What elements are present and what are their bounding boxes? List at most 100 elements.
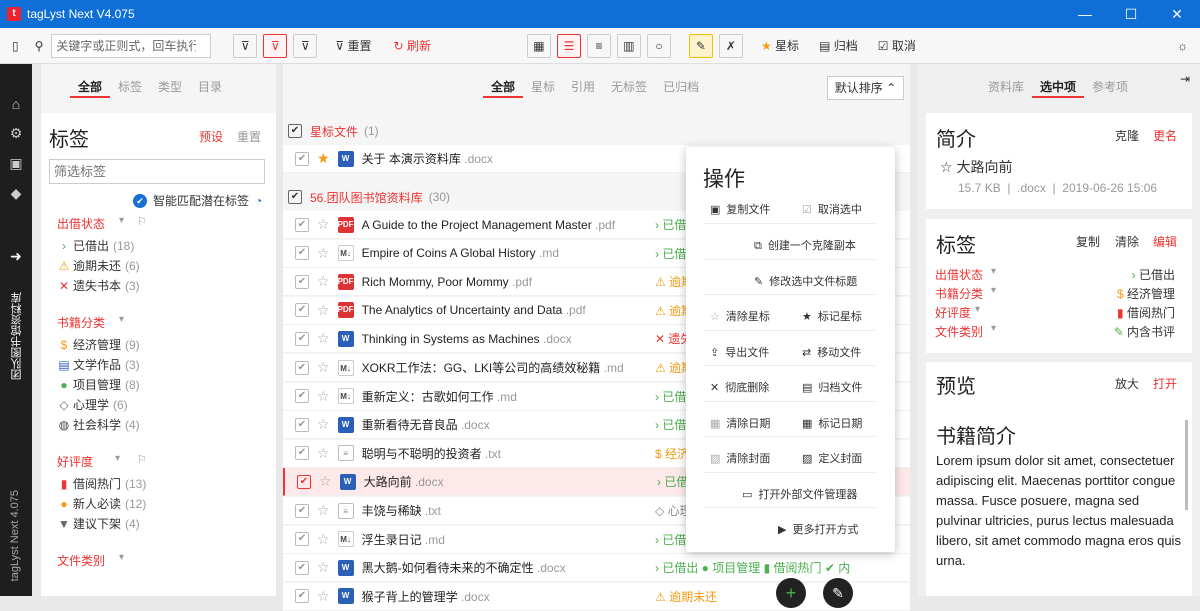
tab-starred[interactable]: 星标 xyxy=(523,76,563,98)
tag-item[interactable]: ▮ 借阅热门 (13) xyxy=(57,474,147,495)
op-13[interactable]: ▨ 定义封面 xyxy=(802,450,862,466)
filter-icon[interactable]: ⊽ xyxy=(233,33,258,58)
row-checkbox[interactable]: ✔ xyxy=(295,389,309,404)
theme-icon[interactable]: ☼ xyxy=(1173,34,1192,58)
tag-group-header[interactable]: 好评度 xyxy=(57,453,93,470)
row-checkbox[interactable]: ✔ xyxy=(295,446,309,461)
arrow-right-icon[interactable]: ➜ xyxy=(0,248,32,265)
op-15[interactable]: ▶ 更多打开方式 xyxy=(778,521,858,537)
sort-button[interactable]: 默认排序 ⌃ xyxy=(827,76,904,100)
op-12[interactable]: ▨ 清除封面 xyxy=(710,450,770,466)
tab-untagged[interactable]: 无标签 xyxy=(603,76,655,98)
deselect-icon[interactable]: ✗ xyxy=(718,33,743,58)
view-list-icon[interactable]: ☰ xyxy=(556,33,581,58)
select-icon[interactable]: ✎ xyxy=(688,33,713,58)
row-checkbox[interactable]: ✔ xyxy=(295,151,309,166)
tab-folders[interactable]: 目录 xyxy=(190,76,230,98)
tag-item[interactable]: ▤ 文学作品 (3) xyxy=(57,355,139,376)
tag-item[interactable]: ● 项目管理 (8) xyxy=(57,375,139,396)
search-box[interactable] xyxy=(51,33,212,58)
chevron-down-icon[interactable]: ▾ xyxy=(975,304,980,315)
op-6[interactable]: ⇪ 导出文件 xyxy=(710,344,769,360)
help-icon[interactable]: ◔ xyxy=(255,194,262,208)
op-1[interactable]: ☑ 取消选中 xyxy=(802,201,862,217)
wrench-button[interactable]: ✎ xyxy=(823,578,853,608)
tag-item[interactable]: ◍ 社会科学 (4) xyxy=(57,415,140,436)
tag-item[interactable]: $ 经济管理 (9) xyxy=(57,335,140,356)
row-checkbox[interactable]: ✔ xyxy=(295,503,309,518)
view-chart-icon[interactable]: ▥ xyxy=(616,33,641,58)
star-outline-icon[interactable]: ☆ xyxy=(317,273,330,290)
star-button[interactable]: ★ 星标 xyxy=(757,34,803,58)
tab-reference[interactable]: 参考项 xyxy=(1084,76,1136,98)
detail-tag-key[interactable]: 出借状态 xyxy=(935,266,983,283)
group-starred[interactable]: ✔ 星标文件 (1) xyxy=(283,118,910,144)
tab-selected[interactable]: 选中项 xyxy=(1032,76,1085,98)
row-checkbox[interactable]: ✔ xyxy=(295,274,309,289)
row-checkbox[interactable]: ✔ xyxy=(295,589,309,604)
op-4[interactable]: ☆ 清除星标 xyxy=(710,308,770,324)
op-9[interactable]: ▤ 归档文件 xyxy=(802,379,862,395)
archive-button[interactable]: ▤ 归档 xyxy=(815,34,862,58)
tag-item[interactable]: ▼ 建议下架 (4) xyxy=(57,514,140,535)
tab-types[interactable]: 类型 xyxy=(150,76,190,98)
tab-all-files[interactable]: 全部 xyxy=(483,76,524,98)
star-outline-icon[interactable]: ☆ xyxy=(317,245,330,262)
row-checkbox[interactable]: ✔ xyxy=(295,360,309,375)
star-icon[interactable]: ★ xyxy=(317,150,330,167)
chevron-down-icon[interactable]: ▾ xyxy=(991,323,996,334)
op-5[interactable]: ★ 标记星标 xyxy=(802,308,862,324)
tag-icon[interactable]: ◆ xyxy=(0,185,32,202)
pin-icon[interactable]: ⚐ xyxy=(137,215,147,228)
home-icon[interactable]: ⌂ xyxy=(0,96,32,112)
row-checkbox[interactable]: ✔ xyxy=(295,417,309,432)
sidebar-toggle-icon[interactable]: ▯ xyxy=(8,34,23,58)
view-compact-icon[interactable]: ≡ xyxy=(586,33,611,58)
star-outline-icon[interactable]: ☆ xyxy=(317,531,330,548)
tab-tags[interactable]: 标签 xyxy=(110,76,150,98)
save-icon[interactable]: ▣ xyxy=(0,155,32,172)
star-outline-icon[interactable]: ☆ xyxy=(317,216,330,233)
chevron-down-icon[interactable]: ▾ xyxy=(119,552,124,563)
tag-item[interactable]: ⚠ 逾期未还 (6) xyxy=(57,256,140,277)
file-row[interactable]: ✔ ☆ W 猴子背上的管理学 .docx ⚠ 逾期未还 xyxy=(283,582,910,611)
clone-button[interactable]: 克隆 xyxy=(1115,127,1139,144)
tag-item[interactable]: ◇ 心理学 (6) xyxy=(57,395,127,416)
filter-active-icon[interactable]: ⊽ xyxy=(263,33,288,58)
op-11[interactable]: ▦ 标记日期 xyxy=(802,415,862,431)
file-row[interactable]: ✔ ☆ W 黑大鹅-如何看待未来的不确定性 .docx › 已借出 ● 项目管理 ▮ 借… xyxy=(283,554,910,583)
op-0[interactable]: ▣ 复制文件 xyxy=(710,201,770,217)
op-10[interactable]: ▦ 清除日期 xyxy=(710,415,770,431)
maximize-icon[interactable]: ☐ xyxy=(1108,0,1154,28)
edit-tags-button[interactable]: 编辑 xyxy=(1153,233,1177,250)
detail-tag-key[interactable]: 文件类别 xyxy=(935,323,983,340)
star-outline-icon[interactable]: ☆ xyxy=(317,302,330,319)
tab-archived[interactable]: 已归档 xyxy=(655,76,707,98)
tab-cited[interactable]: 引用 xyxy=(563,76,603,98)
tag-filter-input[interactable] xyxy=(49,159,265,184)
star-outline-icon[interactable]: ☆ xyxy=(317,559,330,576)
view-grid-icon[interactable]: ▦ xyxy=(526,33,551,58)
chevron-down-icon[interactable]: ▾ xyxy=(115,453,120,464)
copy-tags-button[interactable]: 复制 xyxy=(1076,233,1100,250)
tag-group-header[interactable]: 出借状态 xyxy=(57,215,105,232)
tab-all[interactable]: 全部 xyxy=(70,76,111,98)
rename-button[interactable]: 更名 xyxy=(1153,127,1177,144)
refresh-button[interactable]: ↻ 刷新 xyxy=(390,34,435,58)
op-7[interactable]: ⇄ 移动文件 xyxy=(802,344,861,360)
op-3[interactable]: ✎ 修改选中文件标题 xyxy=(754,273,857,289)
chevron-down-icon[interactable]: ▾ xyxy=(991,266,996,277)
tag-item[interactable]: › 已借出 (18) xyxy=(57,236,134,257)
zoom-button[interactable]: 放大 xyxy=(1115,375,1139,392)
chevron-down-icon[interactable]: ▾ xyxy=(991,285,996,296)
star-outline-icon[interactable]: ☆ xyxy=(317,502,330,519)
chevron-down-icon[interactable]: ▾ xyxy=(119,215,124,226)
tag-item[interactable]: ● 新人必读 (12) xyxy=(57,494,146,515)
preset-button[interactable]: 预设 xyxy=(199,128,223,145)
view-circle-icon[interactable]: ○ xyxy=(646,33,671,58)
reset-button[interactable]: ⊽ 重置 xyxy=(331,34,375,58)
row-checkbox[interactable]: ✔ xyxy=(295,246,309,261)
star-outline-icon[interactable]: ☆ xyxy=(317,388,330,405)
star-outline-icon[interactable]: ☆ xyxy=(317,445,330,462)
op-14[interactable]: ▭ 打开外部文件管理器 xyxy=(742,486,857,502)
